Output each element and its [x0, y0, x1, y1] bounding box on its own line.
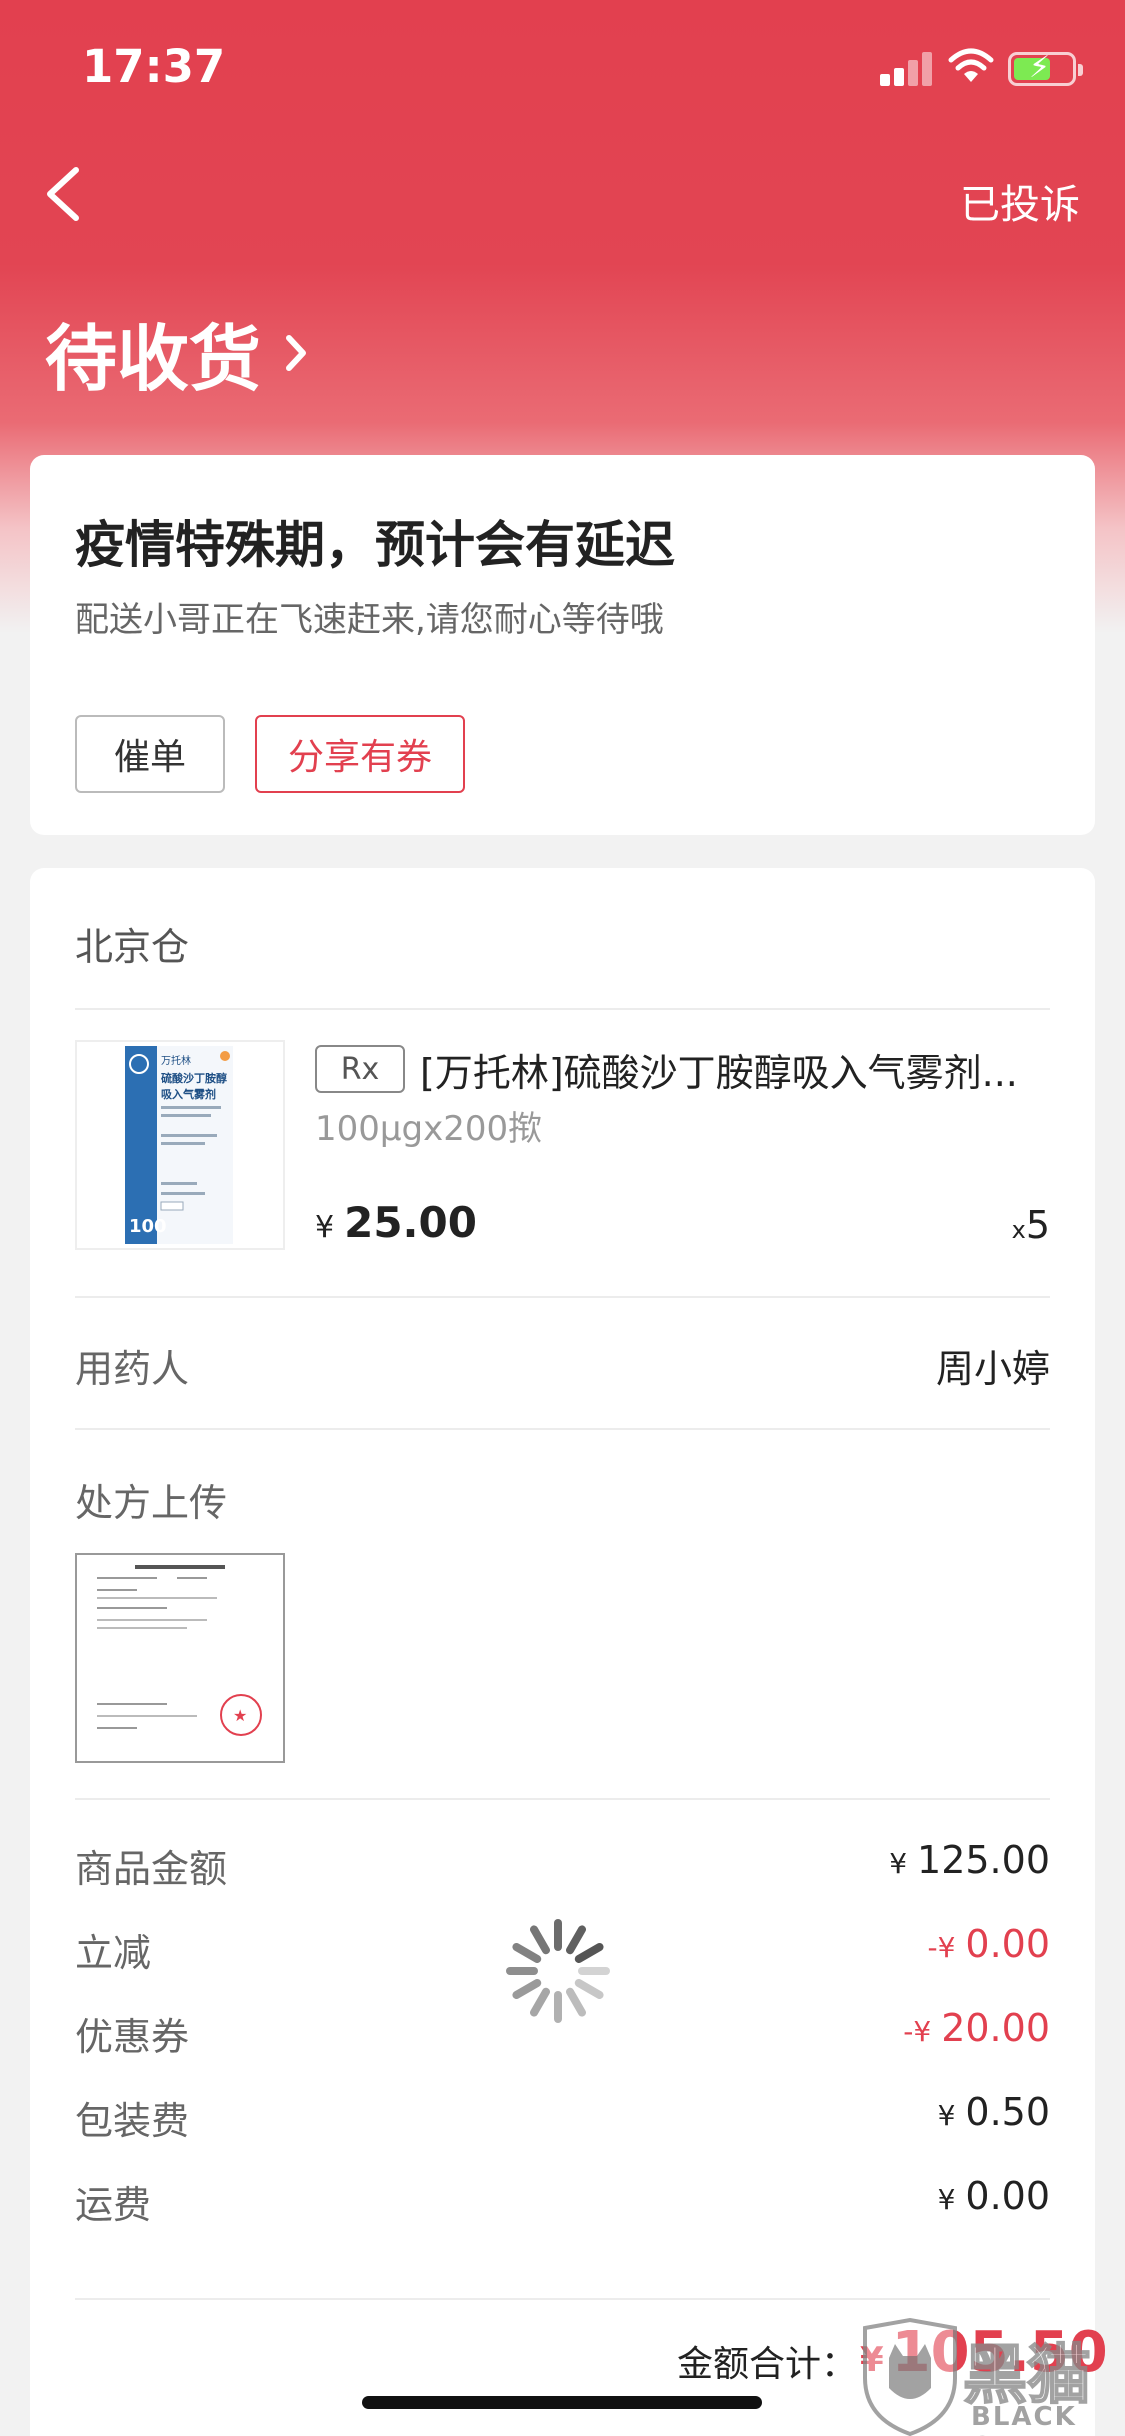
- svg-text:★: ★: [233, 1706, 247, 1725]
- summary-amount: 0.00: [965, 1922, 1050, 1966]
- box-brand-text: 万托林: [161, 1054, 191, 1067]
- product-spec: 100μgx200揿: [315, 1109, 543, 1149]
- summary-value: ¥0.00: [938, 2174, 1050, 2218]
- back-button[interactable]: [36, 158, 96, 228]
- divider: [75, 1428, 1050, 1430]
- summary-currency-symbol: ¥: [937, 2099, 956, 2132]
- divider: [75, 1798, 1050, 1800]
- wifi-icon: [948, 48, 994, 82]
- summary-currency-symbol: ¥: [889, 1847, 908, 1880]
- patient-label: 用药人: [75, 1347, 190, 1391]
- summary-currency: -¥: [903, 2015, 931, 2048]
- summary-currency-symbol: ¥: [937, 2183, 956, 2216]
- back-arrow-icon: [47, 167, 79, 221]
- summary-currency: ¥: [889, 1847, 907, 1880]
- summary-currency-symbol: ¥: [913, 2015, 932, 2048]
- chevron-right-icon: [286, 334, 307, 371]
- summary-currency: ¥: [938, 2099, 956, 2132]
- battery-charging-icon: ⚡: [1008, 51, 1083, 86]
- box-number-text: 100: [129, 1216, 167, 1237]
- summary-amount: 20.00: [941, 2006, 1050, 2050]
- rx-badge: Rx: [315, 1045, 405, 1093]
- divider: [75, 1296, 1050, 1298]
- status-bar: 17:37 ⚡: [0, 0, 1125, 135]
- box-name-text-2: 吸入气雾剂: [161, 1087, 216, 1101]
- summary-label: 优惠券: [75, 2015, 190, 2059]
- summary-value: ¥0.50: [938, 2090, 1050, 2134]
- summary-currency: -¥: [927, 1931, 955, 1964]
- summary-currency: ¥: [938, 2183, 956, 2216]
- summary-value: -¥ 0.00: [927, 1922, 1050, 1966]
- product-image[interactable]: 万托林 硫酸沙丁胺醇 吸入气雾剂 100: [75, 1040, 285, 1250]
- summary-label: 包装费: [75, 2099, 190, 2143]
- share-coupon-button[interactable]: 分享有券: [255, 715, 465, 793]
- home-indicator[interactable]: [362, 2396, 762, 2409]
- currency-symbol: ¥: [315, 1210, 335, 1245]
- warehouse-label: 北京仓: [75, 925, 190, 969]
- notice-subtitle: 配送小哥正在飞速赶来,请您耐心等待哦: [75, 600, 664, 640]
- divider: [75, 2298, 1050, 2300]
- summary-amount: 125.00: [917, 1838, 1050, 1882]
- summary-value: ¥125.00: [889, 1838, 1050, 1882]
- summary-label: 立减: [75, 1931, 152, 1975]
- summary-value: -¥ 20.00: [903, 2006, 1050, 2050]
- prescription-image[interactable]: ★: [75, 1553, 285, 1763]
- total-label: 金额合计：: [677, 2344, 858, 2385]
- summary-sign: -: [927, 1931, 938, 1964]
- summary-amount: 0.50: [965, 2090, 1050, 2134]
- summary-currency-symbol: ¥: [937, 1931, 956, 1964]
- summary-sign: -: [903, 2015, 914, 2048]
- order-status-title: 待收货: [45, 317, 262, 401]
- summary-label: 商品金额: [75, 1847, 228, 1891]
- watermark-logo: 黑猫 BLACK CAT: [855, 2318, 1125, 2436]
- quantity-value: 5: [1025, 1203, 1050, 1247]
- product-name[interactable]: [万托林]硫酸沙丁胺醇吸入气雾剂...: [420, 1042, 1060, 1097]
- status-time: 17:37: [82, 40, 226, 93]
- product-box-illustration: 万托林 硫酸沙丁胺醇 吸入气雾剂 100: [77, 1042, 283, 1248]
- summary-label: 运费: [75, 2183, 152, 2227]
- product-quantity: x5: [1012, 1203, 1050, 1247]
- quantity-prefix: x: [1011, 1216, 1026, 1244]
- complaint-link[interactable]: 已投诉: [960, 172, 1080, 230]
- order-status-link[interactable]: 待收货: [45, 300, 311, 405]
- signal-icon: [880, 52, 936, 86]
- delivery-notice-card: 疫情特殊期，预计会有延迟 配送小哥正在飞速赶来,请您耐心等待哦 催单 分享有券: [30, 455, 1095, 835]
- summary-amount: 0.00: [965, 2174, 1050, 2218]
- order-detail-card: 北京仓 万托林 硫酸沙丁胺醇 吸入气雾剂 100 Rx [万托林]硫酸沙丁胺醇吸…: [30, 868, 1095, 2436]
- box-name-text-1: 硫酸沙丁胺醇: [161, 1071, 227, 1085]
- notice-title: 疫情特殊期，预计会有延迟: [75, 516, 675, 574]
- patient-name: 周小婷: [935, 1347, 1050, 1391]
- cat-shield-icon: [863, 2318, 957, 2436]
- divider: [75, 1008, 1050, 1010]
- product-price: ¥25.00: [315, 1198, 477, 1247]
- loading-spinner-icon: [506, 1919, 610, 2023]
- watermark-text-en: BLACK CAT: [971, 2402, 1077, 2436]
- prescription-label: 处方上传: [75, 1481, 228, 1525]
- product-price-value: 25.00: [344, 1198, 477, 1247]
- urge-order-button[interactable]: 催单: [75, 715, 225, 793]
- prescription-illustration: ★: [97, 1565, 262, 1736]
